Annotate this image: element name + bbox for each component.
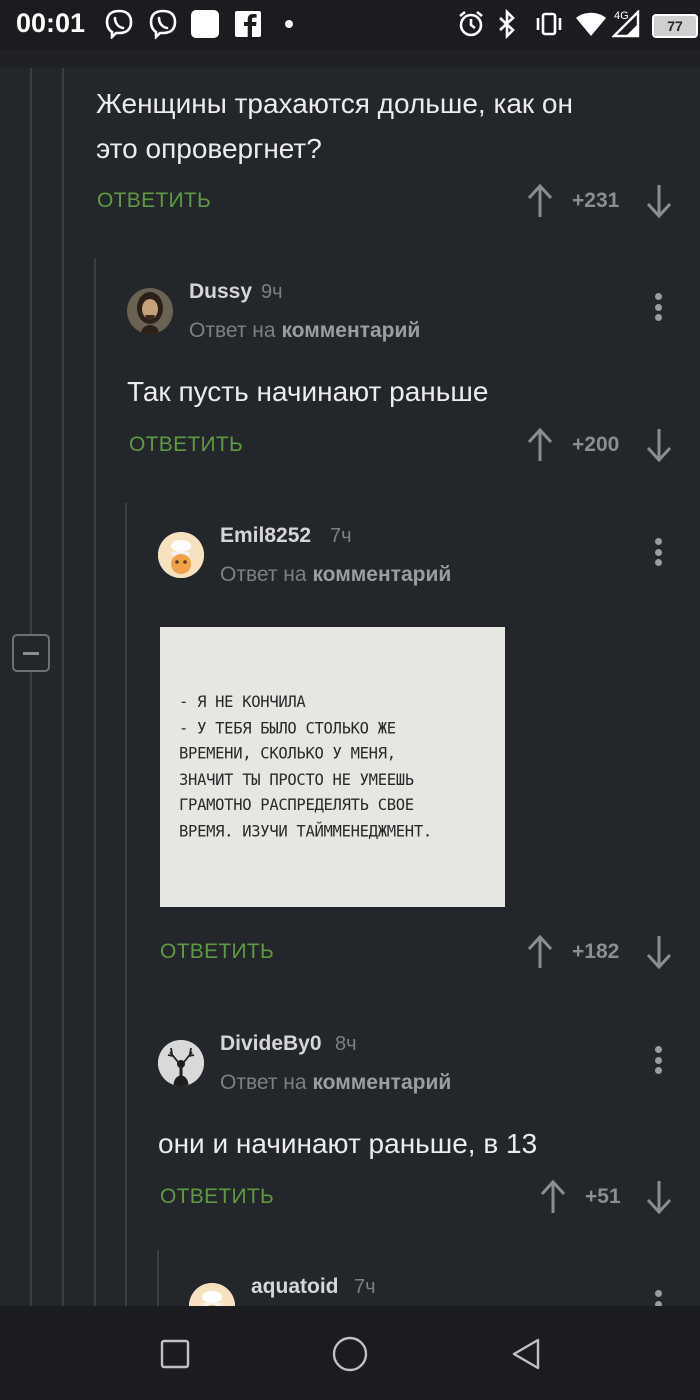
- upvote-arrow-icon[interactable]: [525, 427, 555, 463]
- comment-time: 7ч: [354, 1276, 376, 1298]
- comment-author[interactable]: Emil8252: [220, 524, 311, 548]
- status-time: 00:01: [16, 8, 86, 38]
- avatar[interactable]: [158, 1040, 204, 1086]
- alarm-icon: [456, 9, 486, 39]
- comment-text-line: это опровергнет?: [96, 133, 322, 164]
- more-options-icon[interactable]: [648, 289, 668, 325]
- comment-text-line: Женщины трахаются дольше, как он: [96, 88, 573, 119]
- status-bar: 00:01 4G 77: [0, 0, 700, 50]
- comment-time: 8ч: [335, 1033, 357, 1055]
- comment-score: +51: [585, 1185, 621, 1208]
- downvote-arrow-icon[interactable]: [644, 183, 674, 219]
- reply-to-prefix: Ответ на: [220, 1071, 307, 1094]
- avatar[interactable]: [158, 532, 204, 578]
- reply-to-label: Ответ на комментарий: [189, 319, 420, 343]
- signal-icon: [612, 9, 640, 39]
- comment-score: +182: [572, 940, 620, 963]
- home-button[interactable]: [330, 1334, 370, 1374]
- reply-button[interactable]: ОТВЕТИТЬ: [129, 433, 243, 457]
- reply-to-prefix: Ответ на: [189, 319, 276, 342]
- reply-button[interactable]: ОТВЕТИТЬ: [160, 1185, 274, 1209]
- reply-button[interactable]: ОТВЕТИТЬ: [97, 189, 211, 213]
- dot-icon: [284, 9, 294, 39]
- thread-line: [30, 68, 32, 1306]
- comment-author[interactable]: aquatoid: [251, 1275, 339, 1299]
- comment-author[interactable]: DivideBy0: [220, 1032, 322, 1056]
- comment-text: Женщины трахаются дольше, как он это опр…: [96, 81, 573, 171]
- app-header-shade: [0, 50, 700, 68]
- wifi-icon: [576, 9, 606, 39]
- system-nav-bar: [0, 1306, 700, 1400]
- reply-button[interactable]: ОТВЕТИТЬ: [160, 940, 274, 964]
- reply-to-link[interactable]: комментарий: [312, 563, 451, 586]
- collapse-thread-button[interactable]: [12, 634, 50, 672]
- upvote-arrow-icon[interactable]: [538, 1179, 568, 1215]
- back-button[interactable]: [506, 1334, 546, 1374]
- thread-line: [157, 1250, 159, 1306]
- facebook-icon: [234, 9, 262, 39]
- battery-level: 77: [652, 14, 698, 38]
- vibrate-icon: [534, 9, 564, 39]
- comment-score: +231: [572, 189, 620, 212]
- reply-to-label: Ответ на комментарий: [220, 1071, 451, 1095]
- reply-to-label: Ответ на комментарий: [220, 563, 451, 587]
- comment-score: +200: [572, 433, 620, 456]
- more-options-icon[interactable]: [648, 1042, 668, 1078]
- avatar[interactable]: [127, 288, 173, 334]
- reply-to-prefix: Ответ на: [220, 563, 307, 586]
- downvote-arrow-icon[interactable]: [644, 1179, 674, 1215]
- downvote-arrow-icon[interactable]: [644, 427, 674, 463]
- reply-to-link[interactable]: комментарий: [281, 319, 420, 342]
- viber-icon: [148, 9, 178, 39]
- recent-apps-button[interactable]: [155, 1334, 195, 1374]
- upvote-arrow-icon[interactable]: [525, 934, 555, 970]
- downvote-arrow-icon[interactable]: [644, 934, 674, 970]
- battery-icon: 77: [652, 11, 698, 41]
- minus-icon: [23, 651, 39, 655]
- square-notification-icon: [191, 9, 219, 39]
- thread-line: [62, 68, 64, 1306]
- viber-icon: [104, 9, 134, 39]
- reply-to-link[interactable]: комментарий: [312, 1071, 451, 1094]
- bluetooth-icon: [496, 9, 518, 39]
- image-text: - Я НЕ КОНЧИЛА - У ТЕБЯ БЫЛО СТОЛЬКО ЖЕ …: [179, 692, 432, 840]
- comment-time: 9ч: [261, 281, 283, 303]
- comment-text: они и начинают раньше, в 13: [158, 1128, 538, 1159]
- thread-line: [125, 503, 127, 1306]
- more-options-icon[interactable]: [648, 534, 668, 570]
- comment-image[interactable]: - Я НЕ КОНЧИЛА - У ТЕБЯ БЫЛО СТОЛЬКО ЖЕ …: [160, 627, 505, 907]
- comment-text: Так пусть начинают раньше: [127, 376, 489, 407]
- thread-line: [94, 258, 96, 1306]
- upvote-arrow-icon[interactable]: [525, 183, 555, 219]
- comment-time: 7ч: [330, 525, 352, 547]
- comment-author[interactable]: Dussy: [189, 280, 252, 304]
